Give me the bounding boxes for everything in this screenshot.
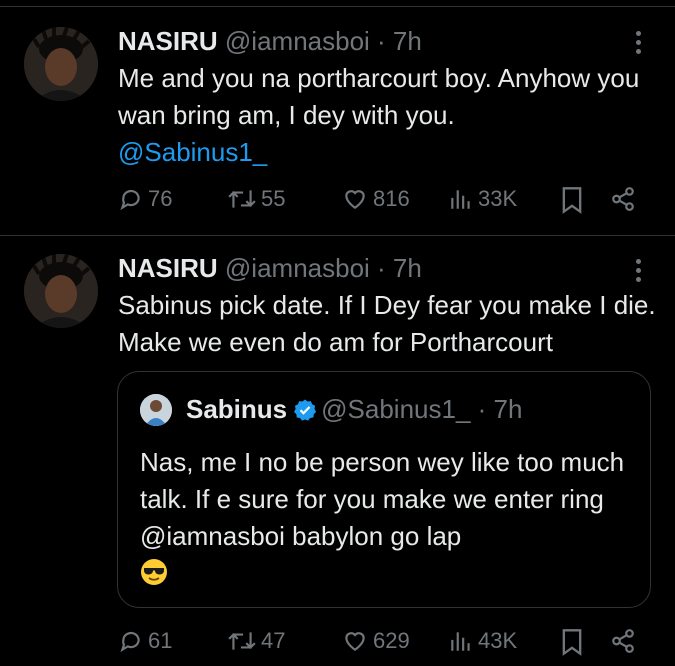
quoted-text: Nas, me I no be person wey like too much… [140, 444, 630, 592]
reply-button[interactable]: 76 [118, 186, 172, 212]
retweet-icon [228, 190, 256, 208]
tweet-text: Sabinus pick date. If I Dey fear you mak… [118, 287, 658, 361]
sunglasses-emoji [141, 559, 167, 585]
tweet-header: NASIRU @iamnasboi · 7h [118, 26, 422, 57]
user-handle[interactable]: @iamnasboi [225, 253, 370, 283]
views-button[interactable]: 43K [448, 628, 517, 654]
quoted-timestamp: · 7h [477, 394, 523, 424]
quoted-avatar [140, 394, 172, 426]
bookmark-icon [562, 629, 582, 656]
action-bar: 61 47 629 43K [0, 628, 675, 658]
reply-count: 76 [148, 186, 173, 211]
reply-count: 61 [148, 628, 173, 653]
bookmark-button[interactable] [560, 628, 584, 656]
reply-icon [120, 631, 140, 653]
views-icon [451, 632, 470, 651]
timestamp[interactable]: · 7h [377, 26, 422, 56]
user-handle[interactable]: @iamnasboi [225, 26, 370, 56]
share-button[interactable] [610, 186, 636, 212]
quoted-display-name: Sabinus [186, 394, 288, 424]
like-icon [345, 190, 365, 209]
tweet-1[interactable]: NASIRU @iamnasboi · 7h Me and you na por… [0, 0, 675, 236]
share-icon [612, 187, 634, 211]
avatar[interactable] [24, 254, 98, 328]
reply-button[interactable]: 61 [118, 628, 172, 654]
like-button[interactable]: 816 [341, 186, 410, 212]
bookmark-icon [562, 187, 582, 214]
retweet-icon [228, 632, 256, 650]
share-icon [612, 629, 634, 653]
like-count: 629 [373, 628, 410, 653]
quoted-header: Sabinus @Sabinus1_ · 7h [186, 394, 522, 425]
tweet-header: NASIRU @iamnasboi · 7h [118, 253, 422, 284]
like-count: 816 [373, 186, 410, 211]
views-icon [451, 190, 470, 209]
like-button[interactable]: 629 [341, 628, 410, 654]
views-count: 33K [478, 186, 518, 211]
display-name[interactable]: NASIRU [118, 253, 218, 283]
retweet-count: 55 [261, 186, 286, 211]
more-icon[interactable] [626, 25, 650, 59]
bookmark-button[interactable] [560, 186, 584, 214]
share-button[interactable] [610, 628, 636, 654]
verified-icon [294, 399, 317, 421]
quoted-handle: @Sabinus1_ [321, 394, 471, 424]
tweet-text-content: Sabinus pick date. If I Dey fear you mak… [118, 290, 656, 357]
reply-icon [120, 189, 140, 211]
views-button[interactable]: 33K [448, 186, 517, 212]
views-count: 43K [478, 628, 518, 653]
timestamp[interactable]: · 7h [377, 253, 422, 283]
quoted-tweet[interactable]: Sabinus @Sabinus1_ · 7h Nas, me I no be p… [117, 371, 651, 608]
retweet-button[interactable]: 55 [227, 186, 285, 212]
mention-link[interactable]: @Sabinus1_ [118, 137, 267, 167]
tweet-text: Me and you na portharcourt boy. Anyhow y… [118, 60, 658, 171]
retweet-button[interactable]: 47 [227, 628, 285, 654]
more-icon[interactable] [626, 253, 650, 287]
display-name[interactable]: NASIRU [118, 26, 218, 56]
like-icon [345, 632, 365, 651]
avatar[interactable] [24, 27, 98, 101]
retweet-count: 47 [261, 628, 286, 653]
quoted-text-content: Nas, me I no be person wey like too much… [140, 447, 625, 551]
action-bar: 76 55 816 33K [0, 186, 675, 216]
tweet-text-content: Me and you na portharcourt boy. Anyhow y… [118, 63, 640, 130]
